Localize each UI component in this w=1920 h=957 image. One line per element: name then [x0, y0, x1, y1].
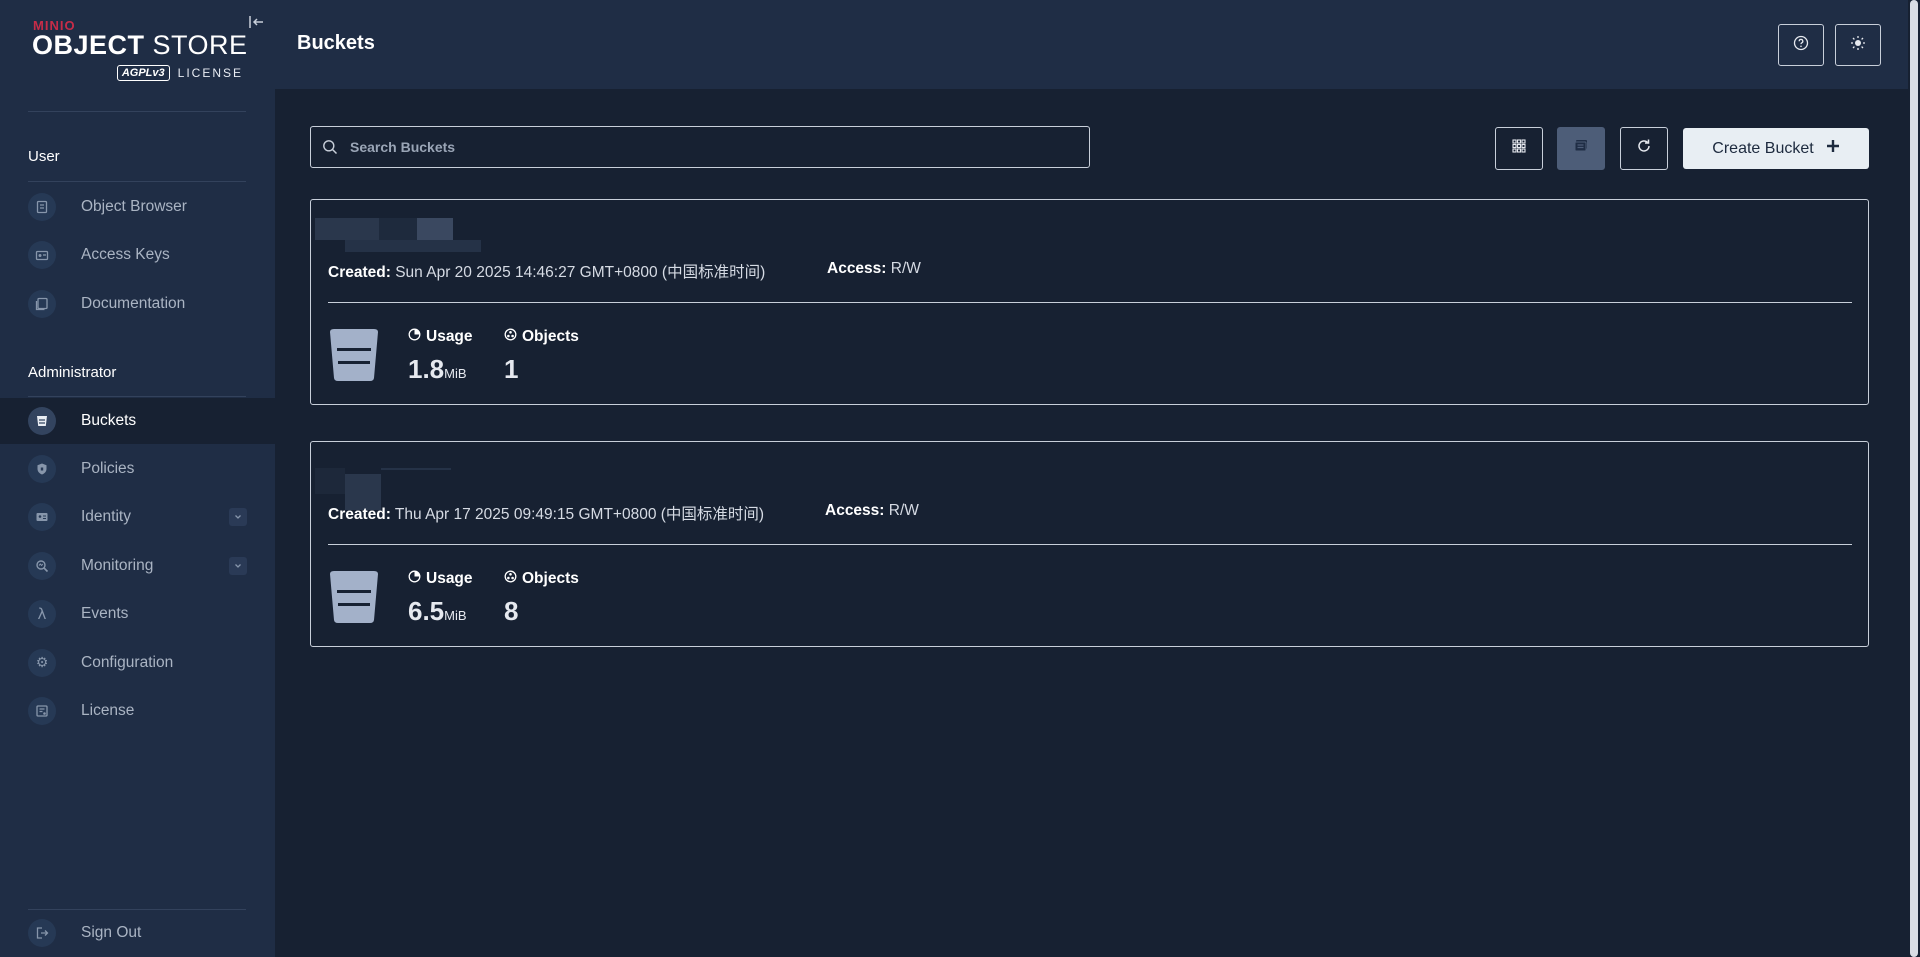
- usage-stat: Usage 6.5MiB: [408, 570, 473, 627]
- create-bucket-button[interactable]: Create Bucket: [1683, 128, 1869, 169]
- license-label: LICENSE: [177, 66, 243, 80]
- sign-out-label: Sign Out: [81, 924, 142, 941]
- monitoring-icon: [28, 552, 56, 580]
- usage-value: 6.5: [408, 596, 445, 626]
- refresh-button[interactable]: [1620, 127, 1668, 170]
- refresh-icon: [1636, 138, 1652, 159]
- section-administrator: Administrator: [28, 364, 117, 381]
- bucket-name-redacted: [315, 218, 481, 252]
- objects-stat: Objects 8: [504, 570, 579, 627]
- logo-product: OBJECT STORE: [32, 30, 248, 60]
- sidebar-item-label: Configuration: [81, 654, 174, 671]
- sidebar-item-events[interactable]: λ Events: [0, 591, 275, 637]
- create-bucket-label: Create Bucket: [1712, 139, 1814, 157]
- agpl-badge: AGPLv3: [116, 65, 170, 81]
- usage-stat: Usage 1.8MiB: [408, 328, 473, 385]
- bucket-card[interactable]: Created: Sun Apr 20 2025 14:46:27 GMT+08…: [310, 199, 1869, 405]
- sidebar-item-label: Object Browser: [81, 198, 187, 215]
- policy-shield-icon: [28, 455, 56, 483]
- plus-icon: [1826, 139, 1840, 158]
- sun-icon: [1850, 35, 1866, 56]
- divider: [328, 544, 1852, 545]
- objects-icon: [504, 570, 517, 588]
- objects-value: 1: [504, 354, 519, 384]
- divider: [328, 302, 1852, 303]
- gear-icon: ⚙: [28, 649, 56, 677]
- objects-value: 8: [504, 596, 519, 626]
- sidebar-item-buckets[interactable]: Buckets: [0, 398, 275, 444]
- usage-label: Usage: [426, 328, 473, 345]
- bucket-icon: [28, 407, 56, 435]
- sidebar-item-object-browser[interactable]: Object Browser: [0, 184, 275, 230]
- list-view-button[interactable]: [1557, 127, 1605, 170]
- page-title: Buckets: [297, 32, 375, 54]
- divider: [28, 181, 246, 182]
- divider: [28, 111, 246, 112]
- objects-icon: [504, 328, 517, 346]
- bucket-icon: [328, 570, 380, 624]
- grid-icon: [1511, 138, 1527, 159]
- sidebar-item-label: License: [81, 702, 135, 719]
- minio-logo: MINIO OBJECT STORE AGPLv3 LICENSE: [32, 18, 247, 84]
- bucket-created: Created: Sun Apr 20 2025 14:46:27 GMT+08…: [328, 264, 766, 281]
- chevron-down-icon[interactable]: [229, 557, 247, 575]
- search-input[interactable]: [348, 138, 1052, 156]
- chevron-down-icon[interactable]: [229, 508, 247, 526]
- scrollbar[interactable]: [1908, 0, 1920, 957]
- sidebar-item-label: Monitoring: [81, 557, 154, 574]
- bucket-created: Created: Thu Apr 17 2025 09:49:15 GMT+08…: [328, 506, 765, 523]
- help-button[interactable]: [1778, 24, 1824, 66]
- documentation-icon: [28, 290, 56, 318]
- access-keys-icon: [28, 241, 56, 269]
- page-header: Buckets: [275, 0, 1908, 89]
- bucket-name-redacted: [315, 460, 451, 510]
- sidebar-item-monitoring[interactable]: Monitoring: [0, 543, 275, 589]
- bucket-access: Access: R/W: [827, 260, 921, 277]
- sidebar-item-label: Policies: [81, 460, 135, 477]
- search-box[interactable]: [310, 126, 1090, 168]
- sidebar-item-label: Events: [81, 605, 129, 622]
- bucket-card[interactable]: Created: Thu Apr 17 2025 09:49:15 GMT+08…: [310, 441, 1869, 647]
- sidebar-item-access-keys[interactable]: Access Keys: [0, 232, 275, 278]
- sidebar: MINIO OBJECT STORE AGPLv3 LICENSE User O…: [0, 0, 275, 957]
- sidebar-item-configuration[interactable]: ⚙ Configuration: [0, 640, 275, 686]
- grid-view-button[interactable]: [1495, 127, 1543, 170]
- objects-stat: Objects 1: [504, 328, 579, 385]
- object-browser-icon: [28, 193, 56, 221]
- sidebar-item-documentation[interactable]: Documentation: [0, 281, 275, 327]
- section-user: User: [28, 148, 60, 165]
- usage-unit: MiB: [444, 366, 467, 381]
- sidebar-item-label: Identity: [81, 508, 131, 525]
- usage-pie-icon: [408, 328, 421, 346]
- bucket-access: Access: R/W: [825, 502, 919, 519]
- collapse-sidebar-icon[interactable]: [246, 12, 266, 32]
- theme-toggle-button[interactable]: [1835, 24, 1881, 66]
- divider: [28, 396, 246, 397]
- sidebar-item-policies[interactable]: Policies: [0, 446, 275, 492]
- lambda-icon: λ: [28, 600, 56, 628]
- sidebar-item-identity[interactable]: Identity: [0, 494, 275, 540]
- scrollbar-thumb[interactable]: [1910, 0, 1918, 957]
- help-icon: [1793, 35, 1809, 56]
- objects-label: Objects: [522, 328, 579, 345]
- sign-out-button[interactable]: Sign Out: [0, 910, 275, 956]
- search-icon: [322, 139, 338, 155]
- sign-out-icon: [28, 919, 56, 947]
- usage-value: 1.8: [408, 354, 445, 384]
- sidebar-item-label: Buckets: [81, 412, 137, 429]
- objects-label: Objects: [522, 570, 579, 587]
- sidebar-item-license[interactable]: License: [0, 688, 275, 734]
- list-view-icon: [1573, 138, 1589, 159]
- sidebar-item-label: Access Keys: [81, 246, 170, 263]
- usage-label: Usage: [426, 570, 473, 587]
- sidebar-item-label: Documentation: [81, 295, 186, 312]
- usage-unit: MiB: [444, 608, 467, 623]
- usage-pie-icon: [408, 570, 421, 588]
- bucket-icon: [328, 328, 380, 382]
- identity-card-icon: [28, 503, 56, 531]
- license-icon: [28, 697, 56, 725]
